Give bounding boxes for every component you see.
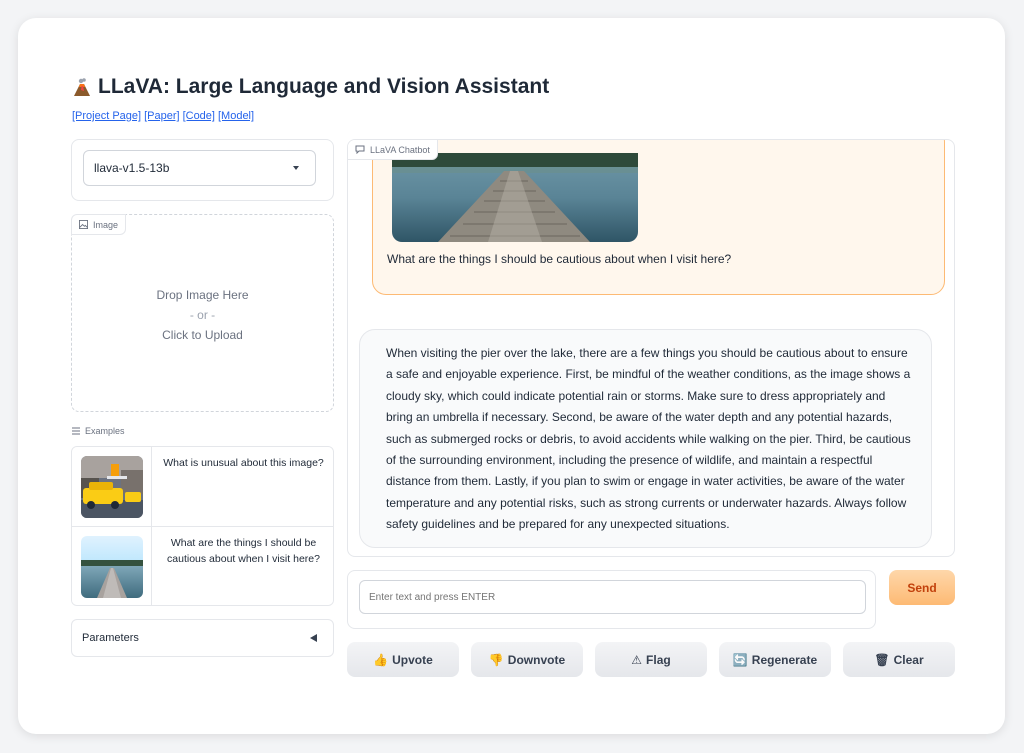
or-text: - or -: [189, 308, 216, 322]
example-text: What is unusual about this image?: [163, 457, 324, 469]
clear-label: Clear: [893, 652, 924, 667]
chevron-down-icon: [293, 166, 299, 170]
example-row[interactable]: What is unusual about this image?: [72, 447, 333, 527]
taxi-ironing-thumbnail: [80, 456, 143, 518]
page-title-text: LLaVA: Large Language and Vision Assista…: [98, 75, 550, 98]
model-selector-panel: llava-v1.5-13b: [71, 139, 334, 201]
image-upload-area[interactable]: Image Drop Image Here - or - Click to Up…: [71, 214, 334, 412]
chatbot-label: LLaVA Chatbot: [370, 144, 430, 155]
link-model[interactable]: [Model]: [218, 110, 254, 122]
downvote-label: Downvote: [507, 652, 566, 667]
example-text: What are the things I should be cautious…: [167, 537, 320, 565]
input-panel: [347, 570, 876, 629]
header-links: [Project Page] [Paper] [Code] [Model]: [72, 110, 257, 122]
examples-table: What is unusual about this image? What a…: [71, 446, 334, 606]
parameters-accordion[interactable]: Parameters: [71, 619, 334, 657]
action-buttons: 👍 Upvote 👎 Downvote ⚠ Flag 🔄 Regenerate …: [347, 642, 955, 677]
assistant-message: When visiting the pier over the lake, th…: [359, 329, 932, 548]
upvote-button[interactable]: 👍 Upvote: [347, 642, 459, 677]
example-thumb-cell: [72, 447, 152, 527]
clear-button[interactable]: 🗑 Clear: [843, 642, 955, 677]
lake-pier-thumbnail: [80, 536, 143, 598]
model-dropdown[interactable]: llava-v1.5-13b: [83, 150, 316, 186]
chatbot-label-tag: LLaVA Chatbot: [348, 140, 438, 160]
drop-image-text: Drop Image Here: [156, 288, 249, 302]
examples-label: Examples: [72, 426, 125, 436]
image-icon: [79, 220, 88, 229]
send-button[interactable]: Send: [889, 570, 955, 605]
link-code[interactable]: [Code]: [183, 110, 215, 122]
user-message: What are the things I should be cautious…: [372, 140, 945, 295]
examples-label-text: Examples: [85, 426, 125, 436]
example-row[interactable]: What are the things I should be cautious…: [72, 527, 333, 605]
regenerate-icon: 🔄: [732, 652, 748, 667]
chat-icon: [355, 145, 365, 154]
page-title: LLaVA: Large Language and Vision Assista…: [72, 75, 549, 99]
downvote-button[interactable]: 👎 Downvote: [471, 642, 583, 677]
parameters-label: Parameters: [82, 632, 139, 644]
trash-icon: 🗑: [874, 652, 890, 667]
thumbs-down-icon: 👎: [488, 652, 504, 667]
chat-input[interactable]: [359, 580, 866, 614]
link-paper[interactable]: [Paper]: [144, 110, 179, 122]
collapse-triangle-icon: [310, 634, 317, 642]
click-to-upload-text: Click to Upload: [162, 328, 243, 342]
model-dropdown-value: llava-v1.5-13b: [94, 161, 170, 175]
example-thumb-cell: [72, 527, 152, 605]
volcano-icon: [72, 77, 92, 97]
image-label: Image: [93, 219, 119, 230]
list-icon: [72, 427, 80, 435]
link-project-page[interactable]: [Project Page]: [72, 110, 141, 122]
regenerate-label: Regenerate: [751, 652, 818, 667]
upvote-label: Upvote: [392, 652, 433, 667]
warning-icon: ⚠: [631, 652, 643, 667]
user-message-text: What are the things I should be cautious…: [387, 252, 732, 266]
chatbot-panel: LLaVA Chatbot What are the things I shou…: [347, 139, 955, 557]
drop-zone-text: Drop Image Here - or - Click to Upload: [72, 285, 333, 345]
thumbs-up-icon: 👍: [373, 652, 389, 667]
flag-label: Flag: [646, 652, 671, 667]
regenerate-button[interactable]: 🔄 Regenerate: [719, 642, 831, 677]
flag-button[interactable]: ⚠ Flag: [595, 642, 707, 677]
user-message-image: [392, 153, 638, 242]
image-label-tag: Image: [71, 214, 127, 235]
